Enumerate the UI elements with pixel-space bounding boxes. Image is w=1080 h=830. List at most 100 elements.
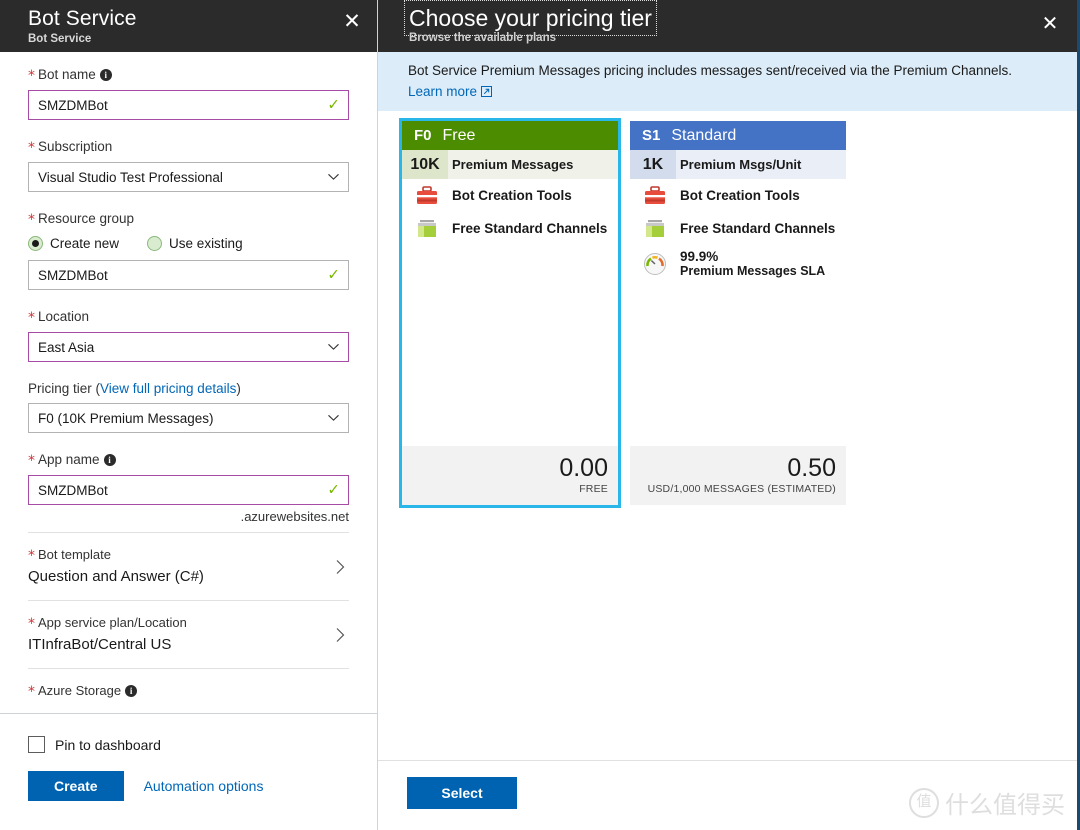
learn-more-label: Learn more bbox=[408, 84, 478, 99]
resource-group-input[interactable]: SMZDMBot ✓ bbox=[28, 260, 349, 290]
pricing-tier-select[interactable]: F0 (10K Premium Messages) bbox=[28, 403, 349, 433]
card-s1-sla-value: 99.9% bbox=[680, 249, 719, 264]
chevron-right-icon bbox=[336, 627, 345, 642]
app-service-plan-label-text: App service plan/Location bbox=[38, 615, 187, 630]
checkbox-icon bbox=[28, 736, 45, 753]
pricing-tier-value: F0 (10K Premium Messages) bbox=[38, 410, 214, 426]
bot-name-value: SMZDMBot bbox=[38, 97, 108, 113]
info-icon[interactable]: i bbox=[103, 454, 116, 466]
pricing-card-s1[interactable]: S1 Standard 1K Premium Msgs/Unit Bot Cre… bbox=[630, 121, 846, 505]
required-asterisk: * bbox=[28, 616, 35, 632]
radio-button-selected-icon bbox=[28, 236, 43, 251]
pricing-card-f0[interactable]: F0 Free 10K Premium Messages Bot Creatio… bbox=[399, 118, 621, 508]
card-s1-feature-0-text: Bot Creation Tools bbox=[680, 188, 800, 203]
card-s1-quota-label: Premium Msgs/Unit bbox=[680, 157, 802, 172]
card-f0-feature-bot-creation-tools: Bot Creation Tools bbox=[402, 179, 618, 212]
app-service-plan-value: ITInfraBot/Central US bbox=[28, 636, 172, 653]
card-s1-price-unit: USD/1,000 MESSAGES (ESTIMATED) bbox=[647, 483, 836, 495]
pricing-tier-subtitle: Browse the available plans bbox=[409, 32, 557, 44]
resource-group-label: * Resource group bbox=[28, 210, 349, 229]
required-asterisk: * bbox=[28, 68, 35, 84]
bot-name-label: * Bot name i bbox=[28, 66, 349, 85]
close-icon[interactable]: ✕ bbox=[1037, 10, 1063, 36]
card-s1-quota-row: 1K Premium Msgs/Unit bbox=[630, 150, 846, 179]
required-asterisk: * bbox=[28, 548, 35, 564]
close-icon[interactable]: ✕ bbox=[339, 8, 365, 34]
card-s1-price-block: 0.50 USD/1,000 MESSAGES (ESTIMATED) bbox=[630, 446, 846, 505]
resource-group-label-text: Resource group bbox=[38, 211, 135, 226]
page-subtitle: Bot Service bbox=[28, 33, 92, 45]
watermark: 值 什么值得买 bbox=[909, 785, 1065, 820]
required-asterisk: * bbox=[28, 212, 35, 228]
view-pricing-details-link[interactable]: View full pricing details bbox=[100, 381, 236, 396]
radio-use-existing-label: Use existing bbox=[169, 236, 243, 251]
app-name-label: * App name i bbox=[28, 451, 349, 470]
required-asterisk: * bbox=[28, 310, 35, 326]
card-s1-feature-bot-creation-tools: Bot Creation Tools bbox=[630, 179, 846, 212]
card-f0-price-block: 0.00 FREE bbox=[402, 446, 618, 505]
page-title: Bot Service bbox=[28, 7, 137, 30]
resource-group-radio-group: Create new Use existing bbox=[28, 236, 349, 251]
row-azure-storage[interactable]: * Azure Storage i bbox=[28, 669, 349, 701]
required-asterisk: * bbox=[28, 684, 35, 700]
app-name-value: SMZDMBot bbox=[38, 482, 108, 498]
card-f0-code: F0 bbox=[414, 127, 432, 144]
location-select[interactable]: East Asia bbox=[28, 332, 349, 362]
app-service-plan-label: * App service plan/Location bbox=[28, 614, 323, 633]
pricing-tier-label: Pricing tier (View full pricing details) bbox=[28, 380, 349, 398]
automation-options-link[interactable]: Automation options bbox=[144, 778, 264, 794]
bot-template-label-text: Bot template bbox=[38, 547, 111, 562]
bot-template-value: Question and Answer (C#) bbox=[28, 568, 204, 585]
check-icon: ✓ bbox=[327, 265, 340, 284]
channels-icon bbox=[634, 219, 676, 239]
bot-service-footer: Pin to dashboard Create Automation optio… bbox=[0, 713, 377, 830]
check-icon: ✓ bbox=[327, 95, 340, 114]
row-bot-template[interactable]: * Bot template Question and Answer (C#) bbox=[28, 533, 349, 601]
pricing-cards: F0 Free 10K Premium Messages Bot Creatio… bbox=[378, 111, 1077, 508]
bot-name-input[interactable]: SMZDMBot ✓ bbox=[28, 90, 349, 120]
radio-use-existing[interactable]: Use existing bbox=[147, 236, 243, 251]
subscription-label-text: Subscription bbox=[38, 139, 113, 154]
card-f0-quota-label: Premium Messages bbox=[452, 157, 574, 172]
field-app-name: * App name i SMZDMBot ✓ .azurewebsites.net bbox=[28, 451, 349, 533]
info-icon[interactable]: i bbox=[125, 685, 138, 697]
radio-create-new[interactable]: Create new bbox=[28, 236, 119, 251]
bot-service-blade-header: Bot Service Bot Service ✕ bbox=[0, 0, 377, 52]
info-icon[interactable]: i bbox=[99, 69, 112, 81]
card-f0-name: Free bbox=[442, 126, 476, 144]
row-app-service-plan[interactable]: * App service plan/Location ITInfraBot/Ce… bbox=[28, 601, 349, 669]
pricing-info-text: Bot Service Premium Messages pricing inc… bbox=[408, 63, 1013, 78]
toolbox-icon bbox=[634, 185, 676, 206]
learn-more-link[interactable]: Learn more bbox=[408, 82, 493, 101]
card-s1-price: 0.50 bbox=[787, 454, 836, 482]
pin-to-dashboard-label: Pin to dashboard bbox=[55, 736, 161, 753]
sla-gauge-icon bbox=[634, 252, 676, 276]
chevron-down-icon bbox=[328, 343, 339, 350]
chevron-right-icon bbox=[336, 559, 345, 574]
watermark-mark: 值 bbox=[909, 787, 939, 818]
pricing-tier-label-suffix: ) bbox=[236, 381, 241, 396]
toolbox-icon bbox=[406, 185, 448, 206]
pricing-tier-blade: Choose your pricing tier Browse the avai… bbox=[378, 0, 1080, 830]
card-f0-quota-value: 10K bbox=[402, 150, 448, 179]
pricing-tier-label-prefix: Pricing tier ( bbox=[28, 381, 101, 396]
location-label: * Location bbox=[28, 308, 349, 327]
footer-actions: Create Automation options bbox=[28, 771, 349, 801]
card-s1-body bbox=[630, 283, 846, 446]
pin-to-dashboard-checkbox[interactable]: Pin to dashboard bbox=[28, 736, 349, 753]
subscription-select[interactable]: Visual Studio Test Professional bbox=[28, 162, 349, 192]
select-button[interactable]: Select bbox=[407, 777, 517, 809]
card-s1-feature-free-standard-channels: Free Standard Channels bbox=[630, 212, 846, 245]
field-location: * Location East Asia bbox=[28, 308, 349, 362]
create-button[interactable]: Create bbox=[28, 771, 124, 801]
external-link-icon bbox=[481, 86, 493, 97]
pricing-tier-footer: Select 值 什么值得买 bbox=[378, 760, 1077, 830]
azure-storage-label-text: Azure Storage bbox=[38, 683, 122, 698]
azure-portal-screen: Bot Service Bot Service ✕ * Bot name i SMZ… bbox=[0, 0, 1080, 830]
location-value: East Asia bbox=[38, 339, 95, 355]
app-name-label-text: App name bbox=[38, 452, 100, 467]
card-f0-feature-free-standard-channels: Free Standard Channels bbox=[402, 212, 618, 245]
card-s1-header: S1 Standard bbox=[630, 121, 846, 150]
radio-button-icon bbox=[147, 236, 163, 251]
app-name-input[interactable]: SMZDMBot ✓ bbox=[28, 475, 349, 505]
